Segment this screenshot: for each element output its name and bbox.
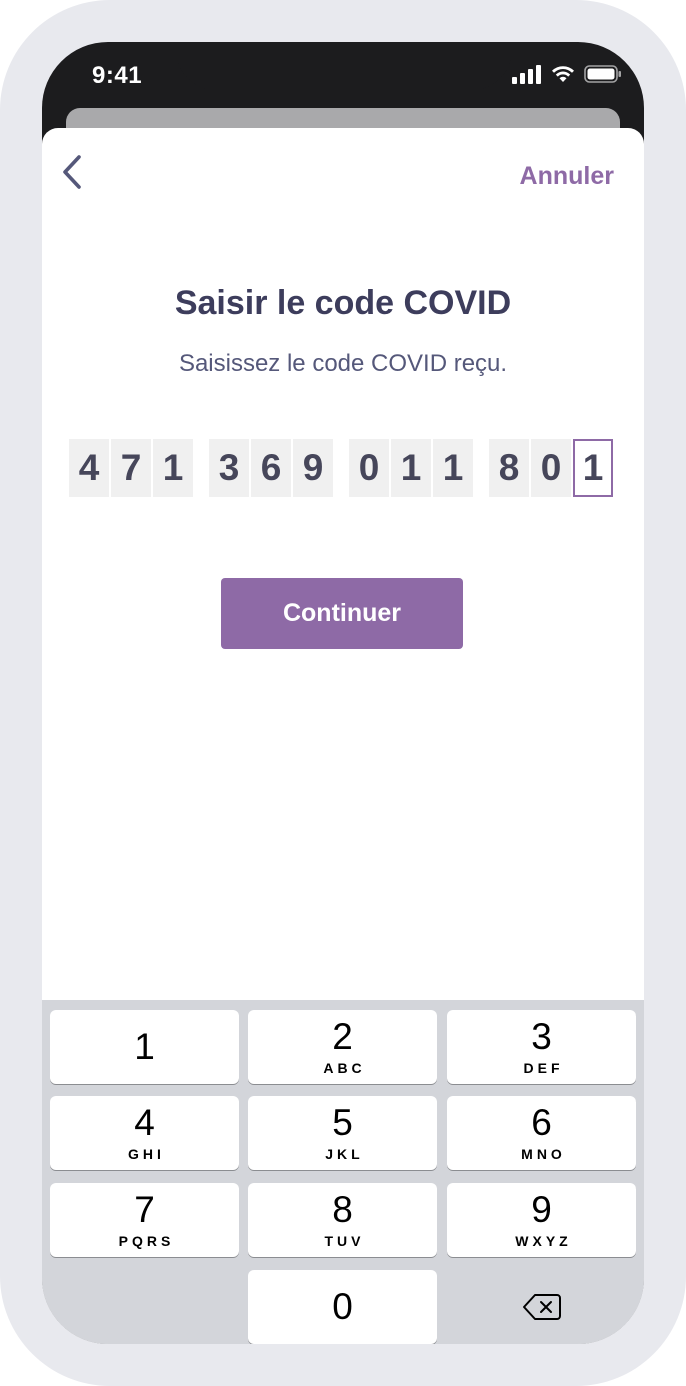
key-number: 5 bbox=[332, 1102, 353, 1143]
code-group: 8 0 1 bbox=[489, 439, 613, 497]
backspace-icon bbox=[522, 1294, 561, 1320]
code-digit[interactable]: 6 bbox=[251, 439, 291, 497]
key-1[interactable]: 1 bbox=[50, 1010, 239, 1084]
code-digit[interactable]: 8 bbox=[489, 439, 529, 497]
key-number: 3 bbox=[531, 1016, 552, 1057]
phone-frame: 9:41 Annuler Saisir le code COVID Saisis… bbox=[0, 0, 686, 1386]
delete-key[interactable] bbox=[447, 1270, 636, 1344]
code-group: 0 1 1 bbox=[349, 439, 473, 497]
key-letters: DEF bbox=[523, 1060, 564, 1076]
key-letters: MNO bbox=[521, 1146, 566, 1162]
key-2[interactable]: 2 ABC bbox=[248, 1010, 437, 1084]
key-letters: JKL bbox=[325, 1146, 364, 1162]
cellular-signal-icon bbox=[512, 65, 541, 84]
code-group: 3 6 9 bbox=[209, 439, 333, 497]
key-number: 7 bbox=[134, 1189, 155, 1230]
battery-icon bbox=[584, 65, 621, 83]
back-button[interactable] bbox=[50, 150, 94, 194]
code-digit[interactable]: 0 bbox=[531, 439, 571, 497]
code-digit[interactable]: 0 bbox=[349, 439, 389, 497]
key-number: 0 bbox=[332, 1286, 353, 1327]
status-time: 9:41 bbox=[92, 62, 143, 89]
key-letters: GHI bbox=[128, 1146, 165, 1162]
key-0[interactable]: 0 bbox=[248, 1270, 437, 1344]
covid-code-input[interactable]: 4 7 1 3 6 9 0 1 1 8 0 1 bbox=[69, 439, 613, 497]
key-letters: ABC bbox=[323, 1060, 366, 1076]
key-letters: TUV bbox=[324, 1233, 365, 1249]
key-number: 8 bbox=[332, 1189, 353, 1230]
code-digit-active[interactable]: 1 bbox=[573, 439, 613, 497]
modal-sheet: Annuler Saisir le code COVID Saisissez l… bbox=[42, 128, 644, 1344]
code-digit[interactable]: 1 bbox=[433, 439, 473, 497]
numeric-keyboard: 1 2 ABC 3 DEF 4 GHI 5 JKL 6 MNO 7 PQRS 8… bbox=[42, 1000, 644, 1344]
key-4[interactable]: 4 GHI bbox=[50, 1096, 239, 1170]
code-digit[interactable]: 9 bbox=[293, 439, 333, 497]
key-number: 2 bbox=[332, 1016, 353, 1057]
key-9[interactable]: 9 WXYZ bbox=[447, 1183, 636, 1257]
key-letters: PQRS bbox=[118, 1233, 175, 1249]
key-number: 9 bbox=[531, 1189, 552, 1230]
cancel-button[interactable]: Annuler bbox=[520, 162, 614, 191]
code-digit[interactable]: 7 bbox=[111, 439, 151, 497]
phone-screen: 9:41 Annuler Saisir le code COVID Saisis… bbox=[42, 42, 644, 1344]
key-number: 6 bbox=[531, 1102, 552, 1143]
key-7[interactable]: 7 PQRS bbox=[50, 1183, 239, 1257]
key-8[interactable]: 8 TUV bbox=[248, 1183, 437, 1257]
code-digit[interactable]: 4 bbox=[69, 439, 109, 497]
key-5[interactable]: 5 JKL bbox=[248, 1096, 437, 1170]
key-letters: WXYZ bbox=[515, 1233, 572, 1249]
key-number: 4 bbox=[134, 1102, 155, 1143]
key-6[interactable]: 6 MNO bbox=[447, 1096, 636, 1170]
code-digit[interactable]: 1 bbox=[391, 439, 431, 497]
notch bbox=[176, 42, 512, 90]
page-title: Saisir le code COVID bbox=[174, 284, 512, 322]
continue-button[interactable]: Continuer bbox=[221, 578, 463, 649]
wifi-icon bbox=[552, 66, 574, 82]
key-number: 1 bbox=[134, 1026, 155, 1067]
chevron-left-icon bbox=[63, 155, 81, 189]
page-subtitle: Saisissez le code COVID reçu. bbox=[178, 350, 508, 377]
key-3[interactable]: 3 DEF bbox=[447, 1010, 636, 1084]
code-digit[interactable]: 3 bbox=[209, 439, 249, 497]
code-digit[interactable]: 1 bbox=[153, 439, 193, 497]
code-group: 4 7 1 bbox=[69, 439, 193, 497]
status-icons bbox=[512, 64, 622, 84]
